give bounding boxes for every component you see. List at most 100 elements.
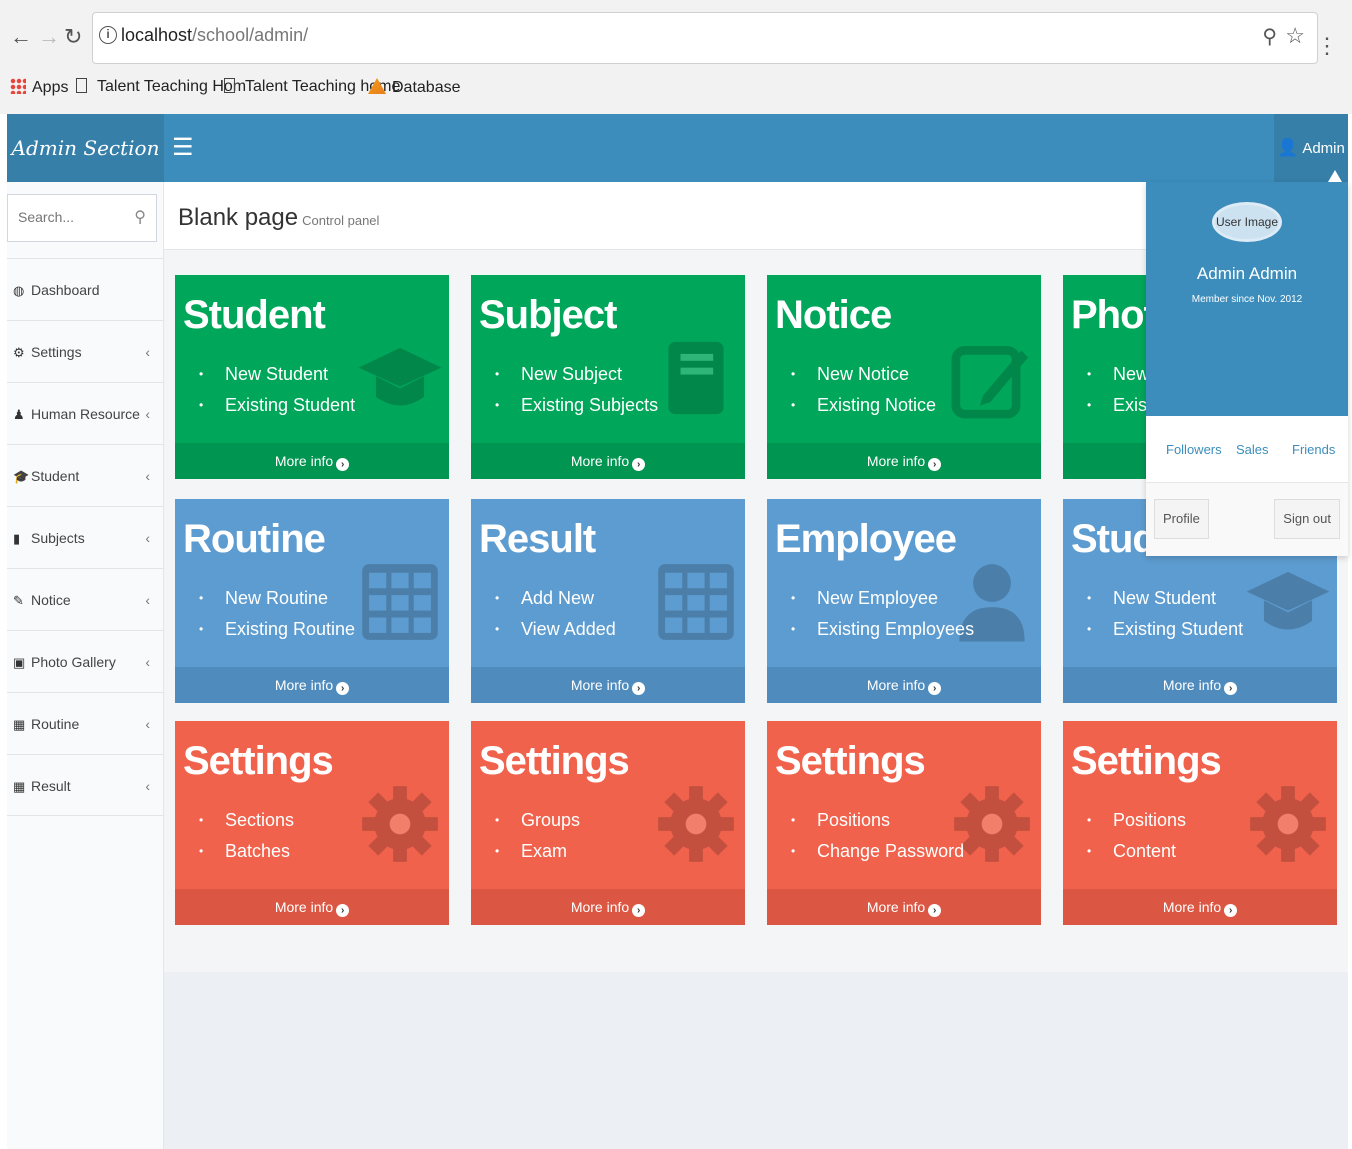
more-info-link[interactable]: More info› [175,667,449,703]
graduation-cap-icon [1245,557,1331,647]
tile-link[interactable]: Existing Student [199,390,355,421]
tile-link[interactable]: Batches [199,836,294,867]
sidebar-item-photo-gallery[interactable]: ▣ Photo Gallery ‹ [7,630,164,692]
arrow-circle-right-icon: › [632,458,646,471]
tile-link[interactable]: New Routine [199,583,355,614]
address-bar[interactable]: i localhost/school/admin/ ⚲ ☆ [92,12,1318,64]
tile-title: Settings [479,739,630,783]
logo[interactable]: Admin Section [7,114,164,182]
more-info-link[interactable]: More info› [471,889,745,925]
tile-title: Settings [775,739,926,783]
tile-link[interactable]: New Subject [495,359,658,390]
book-icon: ▮ [13,531,21,546]
tile-link[interactable]: New Student [1087,583,1243,614]
kebab-menu-icon[interactable]: ⋮ [1316,35,1338,57]
tile-title: Subject [479,293,617,337]
picture-icon: ▣ [13,655,26,670]
tile-link[interactable]: View Added [495,614,616,645]
search-icon[interactable]: ⚲ [134,207,146,227]
tile-links: New StudentExisting Student [1087,583,1243,645]
tile-link[interactable]: New Student [199,359,355,390]
more-info-link[interactable]: More info› [175,443,449,479]
arrow-circle-right-icon: › [928,682,942,695]
more-info-label: More info [570,677,630,693]
followers-link[interactable]: Followers [1166,442,1222,457]
star-icon[interactable]: ☆ [1285,23,1305,49]
reload-icon[interactable]: ↻ [64,22,82,52]
more-info-link[interactable]: More info› [471,443,745,479]
tile-title: Employee [775,517,957,561]
sidebar-item-student[interactable]: 🎓 Student ‹ [7,444,164,506]
arrow-circle-right-icon: › [928,458,942,471]
chevron-left-icon: ‹ [145,530,150,546]
graduation-cap-icon [357,333,443,423]
search-input[interactable] [18,195,128,239]
tile-link[interactable]: Exam [495,836,580,867]
info-icon[interactable]: i [99,26,117,44]
tile-employee: Employee New EmployeeExisting Employees Mo… [767,499,1041,703]
tile-link[interactable]: Change Password [791,836,964,867]
graduation-cap-icon: 🎓 [13,469,30,484]
sidebar-item-result[interactable]: ▦ Result ‹ [7,754,164,816]
zoom-icon[interactable]: ⚲ [1262,24,1277,49]
tile-link[interactable]: Existing Notice [791,390,936,421]
tile-link[interactable]: Existing Subjects [495,390,658,421]
sidebar-toggle-icon[interactable]: ☰ [172,134,194,162]
tile-link[interactable]: Positions [791,805,964,836]
back-arrow-icon[interactable]: ← [10,22,32,52]
tile-link[interactable]: New Notice [791,359,936,390]
sidebar-item-human-resource[interactable]: ♟ Human Resource ‹ [7,382,164,444]
tile-settings: Settings PositionsContent More info› [1063,721,1337,925]
tile-link[interactable]: Existing Routine [199,614,355,645]
page-icon [224,78,235,93]
tile-link[interactable]: New Employee [791,583,974,614]
sidebar-item-subjects[interactable]: ▮ Subjects ‹ [7,506,164,568]
tile-subject: Subject New SubjectExisting Subjects More … [471,275,745,479]
tile-links: SectionsBatches [199,805,294,867]
sidebar-item-label: Routine [31,716,80,732]
more-info-link[interactable]: More info› [767,667,1041,703]
tile-link[interactable]: Positions [1087,805,1186,836]
more-info-link[interactable]: More info› [175,889,449,925]
tile-link[interactable]: Groups [495,805,580,836]
user-footer: Profile Sign out [1146,482,1348,556]
avatar: User Image [1212,202,1282,242]
tile-link[interactable]: Existing Student [1087,614,1243,645]
sidebar-item-settings[interactable]: ⚙ Settings ‹ [7,320,164,382]
tile-links: New SubjectExisting Subjects [495,359,658,421]
tile-link[interactable]: Existing Employees [791,614,974,645]
more-info-link[interactable]: More info› [1063,667,1337,703]
sidebar-item-label: Notice [31,592,71,608]
chevron-left-icon: ‹ [145,654,150,670]
sidebar-item-routine[interactable]: ▦ Routine ‹ [7,692,164,754]
more-info-label: More info [866,453,926,469]
tile-link[interactable]: Content [1087,836,1186,867]
forward-arrow-icon[interactable]: → [38,22,60,52]
tile-title: Notice [775,293,892,337]
more-info-label: More info [866,677,926,693]
more-info-link[interactable]: More info› [1063,889,1337,925]
more-info-link[interactable]: More info› [471,667,745,703]
bookmark-talent-1[interactable]: Talent Teaching Hom [76,78,246,96]
sidebar-item-notice[interactable]: ✎ Notice ‹ [7,568,164,630]
tile-link[interactable]: Add New [495,583,616,614]
profile-button[interactable]: Profile [1154,499,1209,539]
member-since: Member since Nov. 2012 [1191,294,1303,305]
signout-button[interactable]: Sign out [1274,499,1340,539]
sales-link[interactable]: Sales [1236,442,1269,457]
tile-link[interactable]: Sections [199,805,294,836]
arrow-circle-right-icon: › [336,904,350,917]
arrow-circle-right-icon: › [1224,682,1238,695]
user-icon: ♟ [13,407,25,422]
book-icon [653,333,739,423]
friends-link[interactable]: Friends [1292,442,1335,457]
tile-routine: Routine New RoutineExisting Routine More i… [175,499,449,703]
bookmark-apps[interactable]: Apps [10,78,68,97]
sidebar-item-dashboard[interactable]: ◍ Dashboard [7,258,164,320]
more-info-link[interactable]: More info› [767,443,1041,479]
sidebar-item-label: Student [31,468,80,484]
more-info-link[interactable]: More info› [767,889,1041,925]
more-info-label: More info [274,677,334,693]
phpmyadmin-icon [368,78,386,94]
bookmark-database[interactable]: Database [368,78,461,97]
